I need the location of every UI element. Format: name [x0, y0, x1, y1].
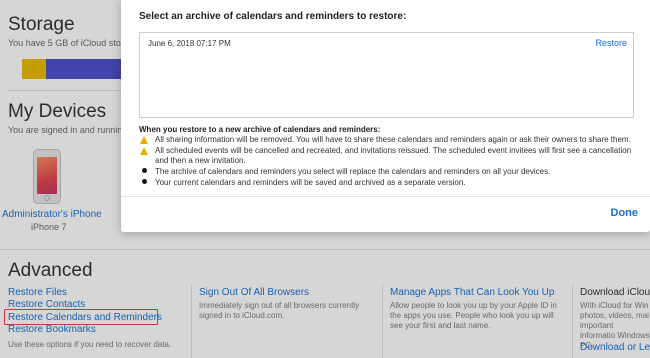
note-item: All sharing information will be removed.… [139, 135, 639, 145]
warning-icon [139, 135, 149, 146]
dialog-footer-divider [121, 196, 650, 197]
note-text: The archive of calendars and reminders y… [155, 167, 551, 176]
bullet-icon [139, 167, 149, 177]
bullet-icon [139, 178, 149, 188]
done-button[interactable]: Done [611, 207, 639, 219]
note-text: All sharing information will be removed.… [155, 135, 631, 144]
note-item: Your current calendars and reminders wil… [139, 178, 639, 188]
note-item: The archive of calendars and reminders y… [139, 167, 639, 177]
archive-list[interactable]: June 6, 2018 07:17 PM Restore [139, 32, 634, 118]
note-text: Your current calendars and reminders wil… [155, 178, 466, 187]
archive-restore-button[interactable]: Restore [595, 38, 627, 48]
restore-calendars-dialog: Select an archive of calendars and remin… [121, 0, 650, 232]
warning-heading: When you restore to a new archive of cal… [139, 125, 381, 134]
archive-date: June 6, 2018 07:17 PM [148, 39, 231, 48]
warning-icon [139, 146, 149, 157]
note-text: All scheduled events will be cancelled a… [155, 146, 632, 165]
dialog-title: Select an archive of calendars and remin… [139, 11, 407, 22]
note-item: All scheduled events will be cancelled a… [139, 146, 639, 166]
